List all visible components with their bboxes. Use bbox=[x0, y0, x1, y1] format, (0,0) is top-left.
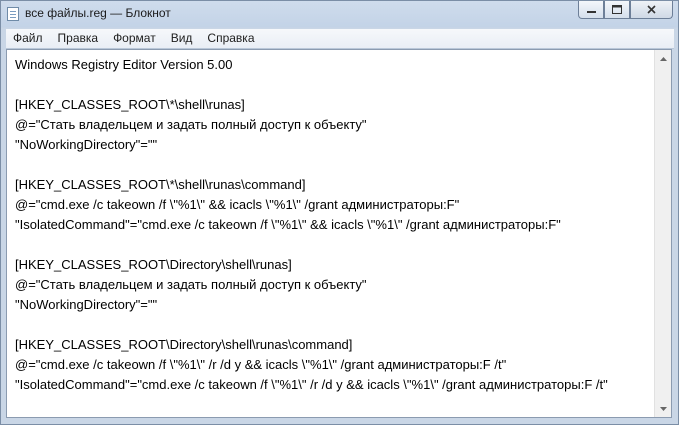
menu-format[interactable]: Формат bbox=[105, 29, 163, 48]
vertical-scrollbar[interactable] bbox=[654, 50, 671, 417]
text-line bbox=[15, 155, 651, 175]
text-line bbox=[15, 315, 651, 335]
minimize-icon bbox=[586, 10, 596, 13]
text-line: "IsolatedCommand"="cmd.exe /c takeown /f… bbox=[15, 377, 608, 392]
notepad-icon[interactable] bbox=[7, 7, 19, 21]
title-bar[interactable]: все файлы.reg — Блокнот bbox=[1, 1, 678, 28]
scroll-down-button[interactable] bbox=[655, 400, 671, 417]
menu-view[interactable]: Вид bbox=[163, 29, 200, 48]
text-line: "IsolatedCommand"="cmd.exe /c takeown /f… bbox=[15, 217, 561, 232]
caption-buttons bbox=[578, 1, 673, 20]
text-line bbox=[15, 75, 651, 95]
arrow-up-icon bbox=[659, 56, 667, 61]
text-line: @="Стать владельцем и задать полный дост… bbox=[15, 277, 367, 292]
text-line: [HKEY_CLASSES_ROOT\Directory\shell\runas… bbox=[15, 257, 292, 272]
menu-edit[interactable]: Правка bbox=[50, 29, 106, 48]
text-line: [HKEY_CLASSES_ROOT\*\shell\runas\command… bbox=[15, 177, 306, 192]
text-line bbox=[15, 235, 651, 255]
window-title: все файлы.reg — Блокнот bbox=[25, 6, 171, 20]
text-line: "NoWorkingDirectory"="" bbox=[15, 297, 158, 312]
text-line: @="cmd.exe /c takeown /f \"%1\" && icacl… bbox=[15, 197, 460, 212]
text-line: @="Стать владельцем и задать полный дост… bbox=[15, 117, 367, 132]
menu-file[interactable]: Файл bbox=[6, 29, 50, 48]
close-button[interactable] bbox=[630, 1, 673, 19]
text-line: "NoWorkingDirectory"="" bbox=[15, 137, 158, 152]
menu-help[interactable]: Справка bbox=[199, 29, 261, 48]
close-icon bbox=[647, 5, 656, 14]
minimize-button[interactable] bbox=[578, 1, 604, 19]
notepad-window: все файлы.reg — Блокнот Файл Правка Форм… bbox=[0, 0, 679, 425]
text-line: Windows Registry Editor Version 5.00 bbox=[15, 57, 233, 72]
text-line: @="cmd.exe /c takeown /f \"%1\" /r /d y … bbox=[15, 357, 507, 372]
text-line: [HKEY_CLASSES_ROOT\*\shell\runas] bbox=[15, 97, 245, 112]
menu-bar: Файл Правка Формат Вид Справка bbox=[6, 29, 674, 49]
text-editor[interactable]: Windows Registry Editor Version 5.00 [HK… bbox=[6, 49, 672, 418]
arrow-down-icon bbox=[659, 406, 667, 411]
scroll-up-button[interactable] bbox=[655, 50, 671, 67]
maximize-icon bbox=[612, 5, 622, 14]
text-line: [HKEY_CLASSES_ROOT\Directory\shell\runas… bbox=[15, 337, 353, 352]
document-text[interactable]: Windows Registry Editor Version 5.00 [HK… bbox=[15, 55, 651, 415]
maximize-button[interactable] bbox=[604, 1, 630, 19]
